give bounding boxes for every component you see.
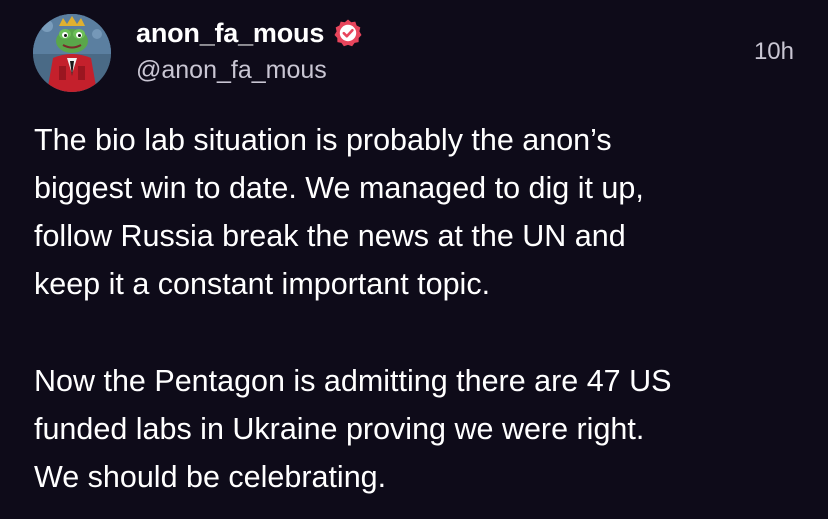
author-handle[interactable]: @anon_fa_mous <box>136 56 327 85</box>
post-paragraph: Now the Pentagon is admitting there are … <box>34 364 672 494</box>
verified-badge-icon <box>333 18 363 48</box>
avatar[interactable] <box>33 14 111 92</box>
post-card: anon_fa_mous @anon_fa_mous 10h The bio l… <box>0 0 828 519</box>
author-row: anon_fa_mous <box>136 16 363 50</box>
post-body: The bio lab situation is probably the an… <box>34 116 804 501</box>
frog-avatar-icon <box>33 14 111 92</box>
display-name[interactable]: anon_fa_mous <box>136 18 324 49</box>
post-timestamp[interactable]: 10h <box>754 38 794 66</box>
post-paragraph: The bio lab situation is probably the an… <box>34 123 644 301</box>
